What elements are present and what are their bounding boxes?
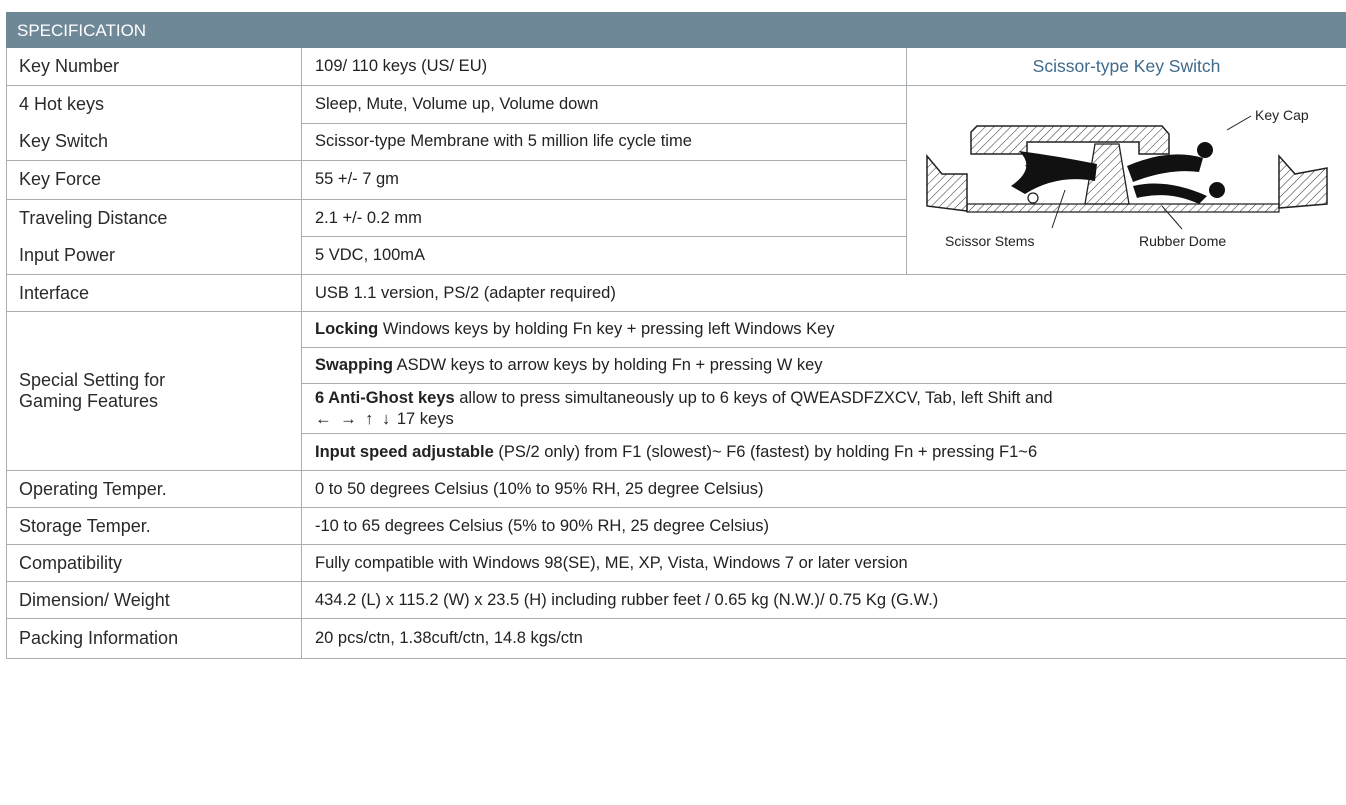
special-item-anti-ghost: 6 Anti-Ghost keys allow to press simulta…	[300, 383, 1346, 434]
packing-information-label: Packing Information	[6, 618, 302, 659]
table-row: Interface USB 1.1 version, PS/2 (adapter…	[6, 274, 1346, 312]
table-row: Storage Temper. -10 to 65 degrees Celsiu…	[6, 507, 1346, 545]
key-force-label: Key Force	[6, 160, 302, 200]
special-item-bold: 6 Anti-Ghost keys	[315, 388, 455, 407]
key-force-value: 55 +/- 7 gm	[301, 160, 907, 200]
key-number-label: Key Number	[6, 47, 302, 86]
special-setting-label-line2: Gaming Features	[19, 391, 159, 411]
operating-temper-label: Operating Temper.	[6, 470, 302, 508]
table-row: Key Number 109/ 110 keys (US/ EU) Scisso…	[6, 47, 1346, 86]
header-title: SPECIFICATION	[5, 12, 1346, 48]
special-item-text-line2: 17 keys	[392, 409, 454, 428]
key-switch-diagram-cell: Key Cap Scissor Stems Rubber Dome	[905, 85, 1346, 275]
special-item-locking: Locking Windows keys by holding Fn key +…	[300, 311, 1346, 348]
specification-table: SPECIFICATION Key Number 109/ 110 keys (…	[5, 12, 1346, 659]
special-item-text: allow to press simultaneously up to 6 ke…	[454, 388, 1053, 407]
special-item-text: Windows keys by holding Fn key + pressin…	[378, 320, 835, 338]
table-row: Operating Temper. 0 to 50 degrees Celsiu…	[6, 470, 1346, 508]
arrow-keys-glyphs: ← → ↑ ↓	[315, 409, 393, 428]
special-item-text: (PS/2 only) from F1 (slowest)~ F6 (faste…	[493, 442, 1038, 461]
key-switch-label: Key Switch	[6, 123, 302, 162]
dimension-weight-value: 434.2 (L) x 115.2 (W) x 23.5 (H) includi…	[300, 581, 1346, 619]
storage-temper-label: Storage Temper.	[6, 507, 302, 545]
special-item-bold: Input speed adjustable	[315, 442, 494, 461]
scissor-key-switch-diagram: Key Cap Scissor Stems Rubber Dome	[926, 107, 1328, 249]
table-row: Special Setting for Gaming Features Lock…	[6, 311, 1346, 471]
interface-value: USB 1.1 version, PS/2 (adapter required)	[300, 274, 1346, 312]
table-row: Dimension/ Weight 434.2 (L) x 115.2 (W) …	[6, 581, 1346, 619]
header-row: SPECIFICATION	[5, 12, 1346, 48]
special-item-bold: Locking	[315, 320, 379, 338]
storage-temper-value: -10 to 65 degrees Celsius (5% to 90% RH,…	[300, 507, 1346, 545]
special-item-swapping: Swapping ASDW keys to arrow keys by hold…	[300, 347, 1346, 384]
traveling-distance-value: 2.1 +/- 0.2 mm	[301, 198, 907, 238]
special-item-bold: Swapping	[315, 356, 393, 374]
table-row: Packing Information 20 pcs/ctn, 1.38cuft…	[6, 618, 1346, 659]
rubber-dome-label: Rubber Dome	[1139, 233, 1226, 249]
special-setting-label: Special Setting for Gaming Features	[6, 311, 302, 471]
hot-keys-label: 4 Hot keys	[6, 85, 302, 124]
dimension-weight-label: Dimension/ Weight	[6, 581, 302, 619]
input-power-label: Input Power	[6, 236, 302, 275]
key-switch-diagram-title: Scissor-type Key Switch	[905, 47, 1346, 86]
hot-keys-value: Sleep, Mute, Volume up, Volume down	[301, 85, 907, 124]
traveling-distance-label: Traveling Distance	[6, 198, 302, 237]
key-switch-value: Scissor-type Membrane with 5 million lif…	[301, 122, 907, 162]
special-item-input-speed: Input speed adjustable (PS/2 only) from …	[300, 433, 1346, 471]
special-setting-label-line1: Special Setting for	[19, 370, 166, 390]
key-cap-label: Key Cap	[1255, 107, 1309, 123]
packing-information-value: 20 pcs/ctn, 1.38cuft/ctn, 14.8 kgs/ctn	[300, 618, 1346, 659]
scissor-stems-label: Scissor Stems	[945, 233, 1034, 249]
interface-label: Interface	[6, 274, 302, 312]
table-row: 4 Hot keys Sleep, Mute, Volume up, Volum…	[6, 85, 1346, 275]
input-power-value: 5 VDC, 100mA	[301, 236, 907, 275]
operating-temper-value: 0 to 50 degrees Celsius (10% to 95% RH, …	[300, 470, 1346, 508]
compatibility-value: Fully compatible with Windows 98(SE), ME…	[300, 544, 1346, 582]
special-item-text: ASDW keys to arrow keys by holding Fn + …	[392, 356, 823, 374]
compatibility-label: Compatibility	[6, 544, 302, 582]
table-row: Compatibility Fully compatible with Wind…	[6, 544, 1346, 582]
key-number-value: 109/ 110 keys (US/ EU)	[301, 47, 907, 86]
